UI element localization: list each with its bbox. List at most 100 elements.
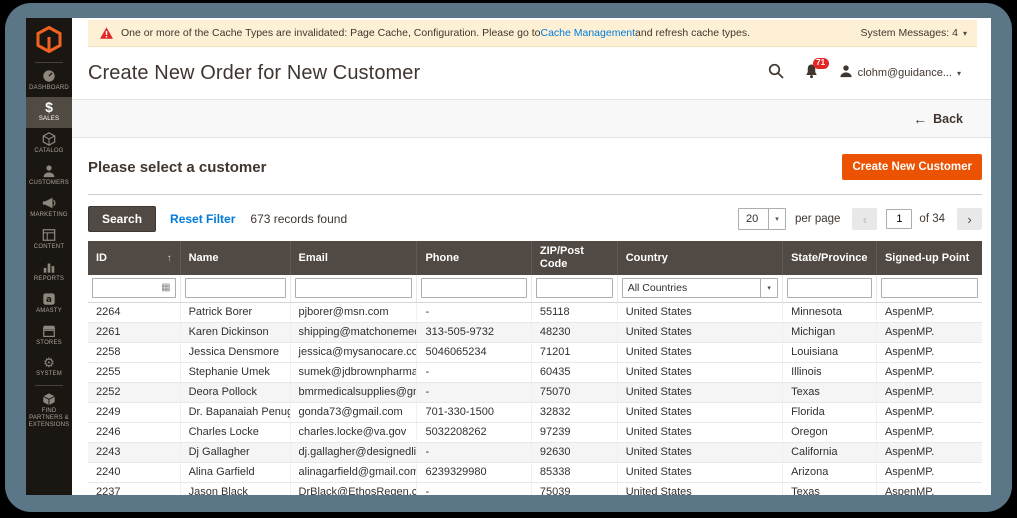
user-menu[interactable]: clohm@guidance... ▾: [839, 64, 961, 83]
per-page-select[interactable]: 20 ▾: [738, 208, 787, 230]
column-header-name[interactable]: Name: [180, 241, 291, 275]
cell-phone: -: [416, 482, 532, 495]
column-header-phone[interactable]: Phone: [416, 241, 532, 275]
table-row[interactable]: 2243 Dj Gallagher dj.gallagher@designedl…: [88, 442, 982, 463]
cell-id: 2255: [88, 362, 181, 383]
page-number-input[interactable]: [886, 209, 913, 229]
dashboard-icon: [42, 69, 56, 83]
cell-signup: AspenMP.: [876, 422, 982, 443]
pagination: 20 ▾ per page ‹ of 34 ›: [738, 208, 982, 230]
magento-logo[interactable]: [26, 18, 72, 60]
sidebar-item-label: SALES: [38, 116, 60, 122]
cell-email: dj.gallagher@designedliving.net: [290, 442, 418, 463]
search-icon[interactable]: [768, 63, 784, 84]
reset-filter-link[interactable]: Reset Filter: [170, 212, 235, 226]
next-page-button[interactable]: ›: [957, 208, 982, 230]
cell-state: Louisiana: [782, 342, 877, 363]
catalog-icon: [42, 132, 56, 146]
marketing-icon: [42, 196, 56, 210]
table-row[interactable]: 2258 Jessica Densmore jessica@mysanocare…: [88, 342, 982, 363]
table-row[interactable]: 2249 Dr. Bapanaiah Penugonda gonda73@gma…: [88, 402, 982, 423]
sort-ascending-icon: ↑: [166, 252, 172, 264]
section-heading-row: Please select a customer Create New Cust…: [88, 154, 982, 180]
cell-name: Dj Gallagher: [180, 442, 291, 463]
previous-page-button[interactable]: ‹: [852, 208, 878, 230]
cell-state: California: [782, 442, 877, 463]
table-row[interactable]: 2264 Patrick Borer pjborer@msn.com - 551…: [88, 302, 982, 323]
cell-email: pjborer@msn.com: [290, 302, 418, 323]
cell-phone: -: [416, 302, 532, 323]
cell-phone: 5032208262: [416, 422, 532, 443]
back-label: Back: [933, 111, 963, 126]
sidebar-item-amasty[interactable]: a AMASTY: [26, 288, 72, 320]
table-row[interactable]: 2255 Stephanie Umek sumek@jdbrownpharmac…: [88, 362, 982, 383]
content-icon: [42, 228, 56, 242]
cell-name: Jessica Densmore: [180, 342, 291, 363]
cell-zip: 92630: [531, 442, 618, 463]
cell-country: United States: [617, 342, 784, 363]
state-filter-input[interactable]: [787, 278, 872, 298]
sidebar-item-marketing[interactable]: MARKETING: [26, 192, 72, 224]
chevron-down-icon: ▾: [760, 279, 777, 297]
name-filter-input[interactable]: [184, 278, 286, 298]
table-row[interactable]: 2252 Deora Pollock bmrmedicalsupplies@gm…: [88, 382, 982, 403]
cell-country: United States: [617, 382, 784, 403]
cell-zip: 60435: [531, 362, 618, 383]
table-row[interactable]: 2261 Karen Dickinson shipping@matchoneme…: [88, 322, 982, 343]
column-header-zip[interactable]: ZIP/Post Code: [531, 241, 618, 275]
cell-state: Minnesota: [782, 302, 877, 323]
phone-filter-input[interactable]: [421, 278, 527, 298]
country-filter-select[interactable]: All Countries ▾: [621, 278, 779, 298]
cell-phone: 5046065234: [416, 342, 532, 363]
cell-state: Texas: [782, 382, 877, 403]
divider: [88, 194, 982, 195]
column-header-email[interactable]: Email: [290, 241, 418, 275]
country-filter-value: All Countries: [627, 282, 688, 294]
sidebar-item-dashboard[interactable]: DASHBOARD: [26, 65, 72, 97]
cell-email: bmrmedicalsupplies@gmail.com: [290, 382, 418, 403]
column-header-signup[interactable]: Signed-up Point: [876, 241, 982, 275]
id-filter-wrap: ▦: [92, 278, 176, 298]
sidebar-item-reports[interactable]: REPORTS: [26, 256, 72, 288]
email-filter-input[interactable]: [294, 278, 413, 298]
back-button[interactable]: ← Back: [913, 112, 963, 126]
sidebar-item-stores[interactable]: STORES: [26, 320, 72, 352]
cell-country: United States: [617, 302, 784, 323]
sidebar-item-sales[interactable]: $ SALES: [26, 97, 72, 128]
sidebar-item-catalog[interactable]: CATALOG: [26, 128, 72, 160]
table-row[interactable]: 2240 Alina Garfield alinagarfield@gmail.…: [88, 462, 982, 483]
sidebar-item-system[interactable]: ⚙ SYSTEM: [26, 352, 72, 383]
zip-filter-input[interactable]: [535, 278, 613, 298]
user-email: clohm@guidance...: [857, 67, 952, 79]
notice-text: One or more of the Cache Types are inval…: [121, 27, 541, 39]
column-header-id[interactable]: ID ↑: [88, 241, 181, 275]
search-button[interactable]: Search: [88, 206, 157, 232]
table-row[interactable]: 2237 Jason Black DrBlack@EthosRegen.com …: [88, 482, 982, 495]
create-new-customer-button[interactable]: Create New Customer: [842, 154, 982, 180]
sidebar-item-label: DASHBOARD: [29, 85, 69, 91]
cell-signup: AspenMP.: [876, 402, 982, 423]
table-row[interactable]: 2246 Charles Locke charles.locke@va.gov …: [88, 422, 982, 443]
sidebar-item-content[interactable]: CONTENT: [26, 224, 72, 256]
cell-zip: 75039: [531, 482, 618, 495]
system-messages-dropdown[interactable]: System Messages: 4 ▾: [861, 27, 967, 39]
system-icon: ⚙: [43, 355, 55, 370]
sidebar-item-label: MARKETING: [30, 212, 68, 218]
cell-zip: 55118: [531, 302, 618, 323]
sidebar-item-customers[interactable]: CUSTOMERS: [26, 160, 72, 192]
signup-filter-input[interactable]: [880, 278, 978, 298]
cell-phone: -: [416, 382, 532, 403]
cell-signup: AspenMP.: [876, 302, 982, 323]
cell-zip: 48230: [531, 322, 618, 343]
column-label: ID: [96, 251, 107, 264]
column-header-state[interactable]: State/Province: [782, 241, 877, 275]
column-header-country[interactable]: Country: [617, 241, 784, 275]
notifications-bell[interactable]: 71: [804, 57, 829, 84]
range-grid-icon[interactable]: ▦: [161, 281, 170, 295]
sidebar-item-find-partners[interactable]: FIND PARTNERS & EXTENSIONS: [26, 388, 72, 434]
cell-country: United States: [617, 322, 784, 343]
cache-management-link[interactable]: Cache Management: [540, 27, 635, 39]
cell-id: 2246: [88, 422, 181, 443]
customer-grid: ID ↑ Name Email Phone ZIP/Post Code Coun…: [88, 241, 982, 495]
cell-email: gonda73@gmail.com: [290, 402, 418, 423]
